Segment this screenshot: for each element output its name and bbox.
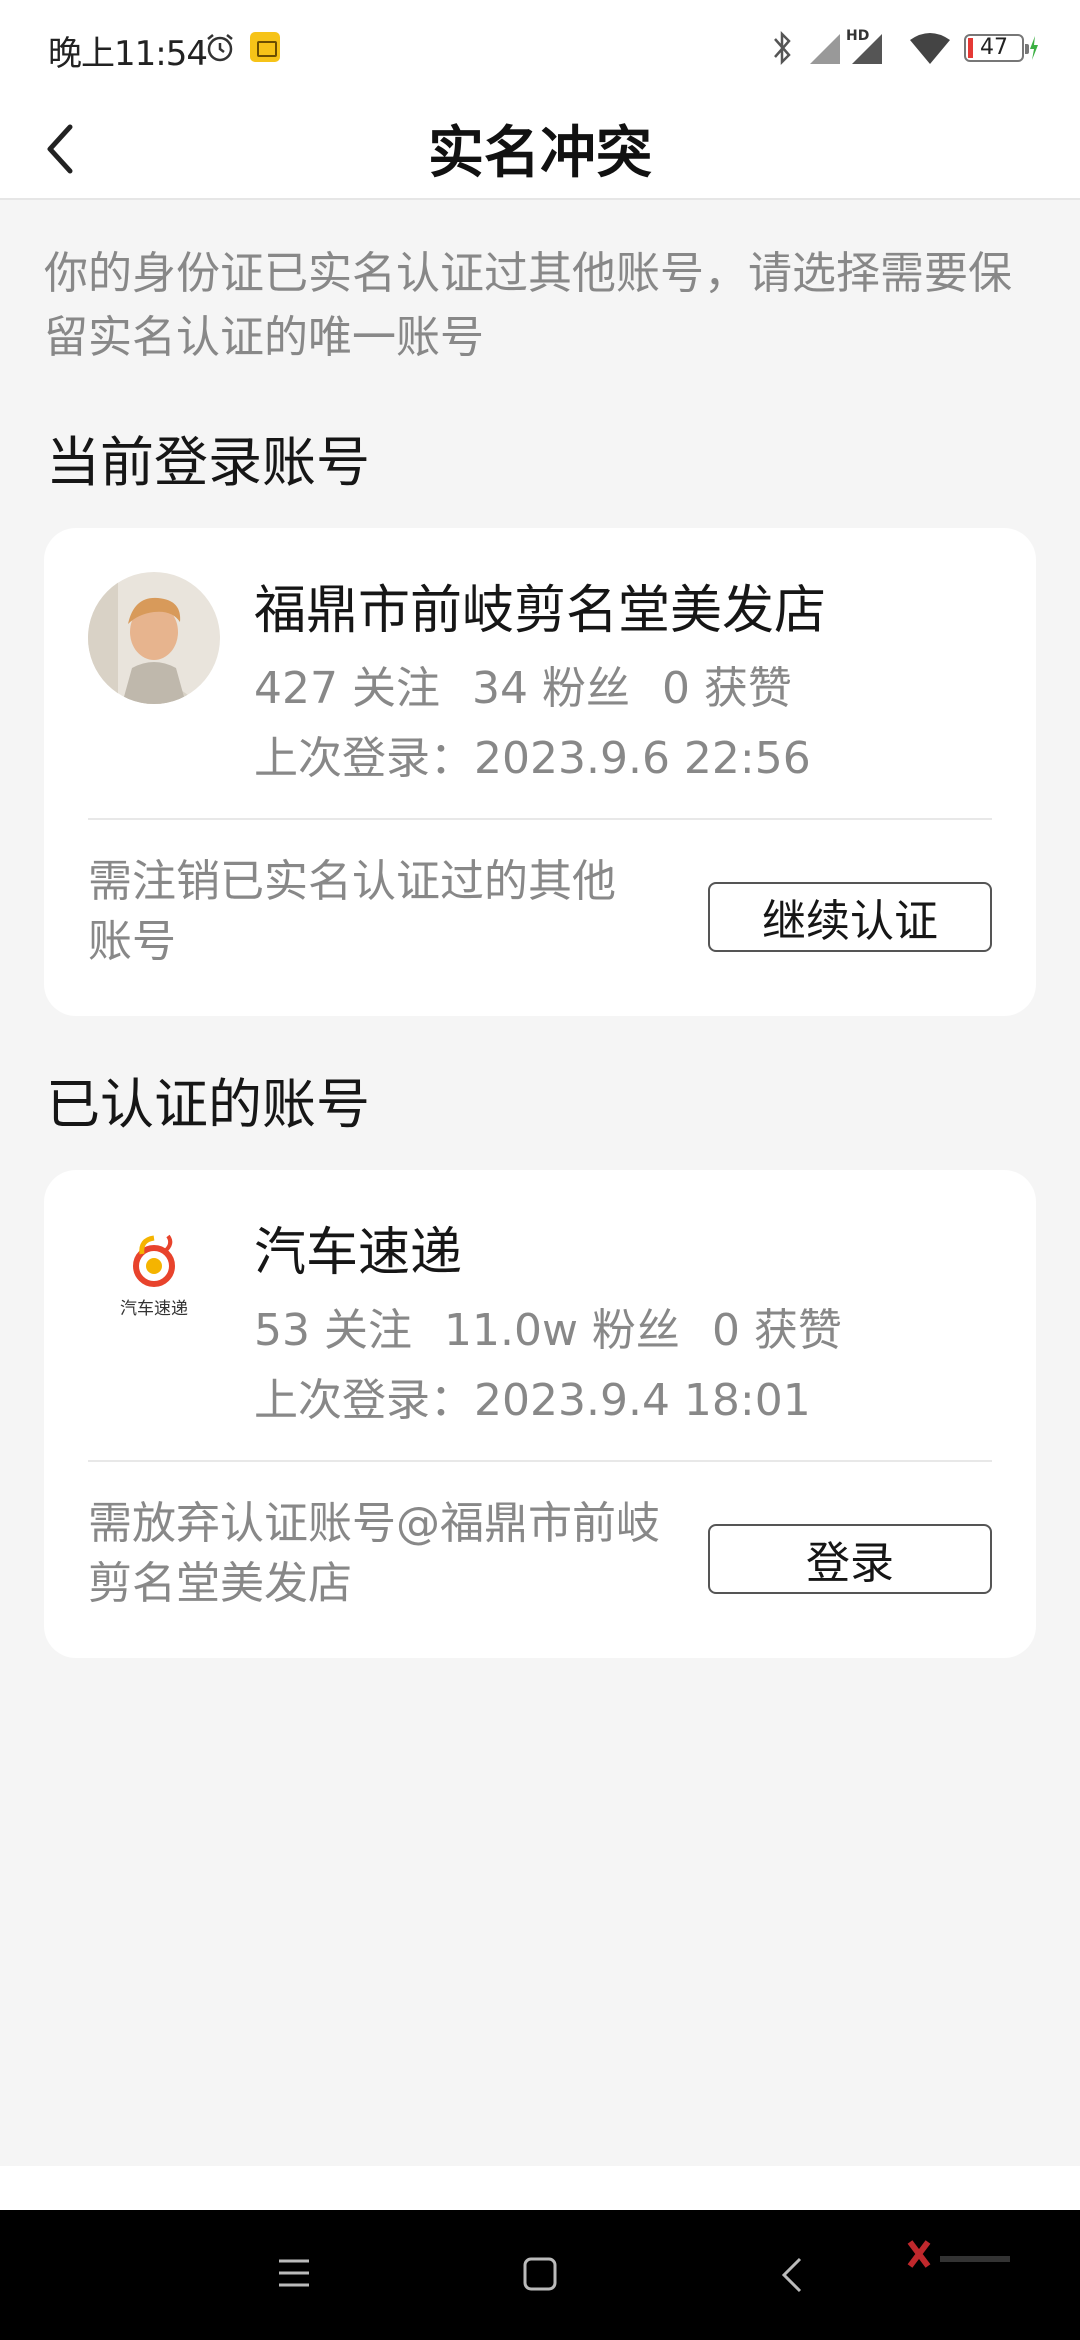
wifi-icon <box>910 33 950 64</box>
current-account-heading: 当前登录账号 <box>46 431 370 494</box>
app-notification-icon <box>250 32 280 62</box>
likes-count: 0 获赞 <box>661 663 792 714</box>
fans-count: 34 粉丝 <box>471 663 630 714</box>
home-icon[interactable] <box>522 2256 558 2292</box>
account-stats: 427 关注 34 粉丝 0 获赞 <box>254 652 824 716</box>
back-button[interactable] <box>20 106 100 192</box>
follows-count: 427 关注 <box>254 663 440 714</box>
likes-count: 0 获赞 <box>711 1305 842 1356</box>
card-note: 需注销已实名认证过的其他账号 <box>88 856 616 967</box>
watermark-icon <box>907 2240 1010 2268</box>
chevron-left-icon <box>47 124 73 174</box>
page-title: 实名冲突 <box>428 120 652 186</box>
system-nav-bar <box>0 2210 1080 2340</box>
continue-verify-button[interactable]: 继续认证 <box>708 882 992 952</box>
bottom-spacer <box>0 2166 1080 2210</box>
bluetooth-icon <box>774 30 791 66</box>
alarm-icon <box>207 34 233 62</box>
account-logo: 汽车速递 <box>88 1214 220 1346</box>
svg-text:HD: HD <box>846 28 869 44</box>
current-account-card: 福鼎市前岐剪名堂美发店 427 关注 34 粉丝 0 获赞 上次登录：2023.9.… <box>44 528 1036 1016</box>
card-divider <box>88 1460 992 1462</box>
battery-icon: 47 <box>964 34 1029 62</box>
logo-text: 汽车速递 <box>120 1299 188 1319</box>
card-divider <box>88 818 992 820</box>
back-icon[interactable] <box>780 2256 804 2294</box>
menu-icon[interactable] <box>276 2256 312 2290</box>
fans-count: 11.0w 粉丝 <box>443 1305 680 1356</box>
header: 实名冲突 <box>0 98 1080 200</box>
last-login: 上次登录：2023.9.4 18:01 <box>254 1375 811 1426</box>
follows-count: 53 关注 <box>254 1305 412 1356</box>
account-stats: 53 关注 11.0w 粉丝 0 获赞 <box>254 1294 874 1358</box>
signal-icon <box>810 34 840 64</box>
conflict-notice: 你的身份证已实名认证过其他账号，请选择需要保留实名认证的唯一账号 <box>44 248 1012 363</box>
battery-level: 47 <box>980 35 1008 60</box>
status-time: 晚上11:54 <box>48 34 208 74</box>
hd-signal-icon: HD <box>846 28 882 64</box>
account-name: 汽车速递 <box>254 1223 463 1283</box>
account-name: 福鼎市前岐剪名堂美发店 <box>254 581 827 641</box>
card-note: 需放弃认证账号@福鼎市前岐剪名堂美发店 <box>88 1498 660 1609</box>
status-bar: 晚上11:54 HD 47 <box>0 0 1080 98</box>
last-login: 上次登录：2023.9.6 22:56 <box>254 733 811 784</box>
charging-icon <box>1030 36 1038 60</box>
login-button[interactable]: 登录 <box>708 1524 992 1594</box>
verified-account-card: 汽车速递 汽车速递 53 关注 11.0w 粉丝 0 获赞 上次登录：2023.9.… <box>44 1170 1036 1658</box>
verified-account-heading: 已认证的账号 <box>46 1073 370 1136</box>
avatar <box>88 572 220 704</box>
